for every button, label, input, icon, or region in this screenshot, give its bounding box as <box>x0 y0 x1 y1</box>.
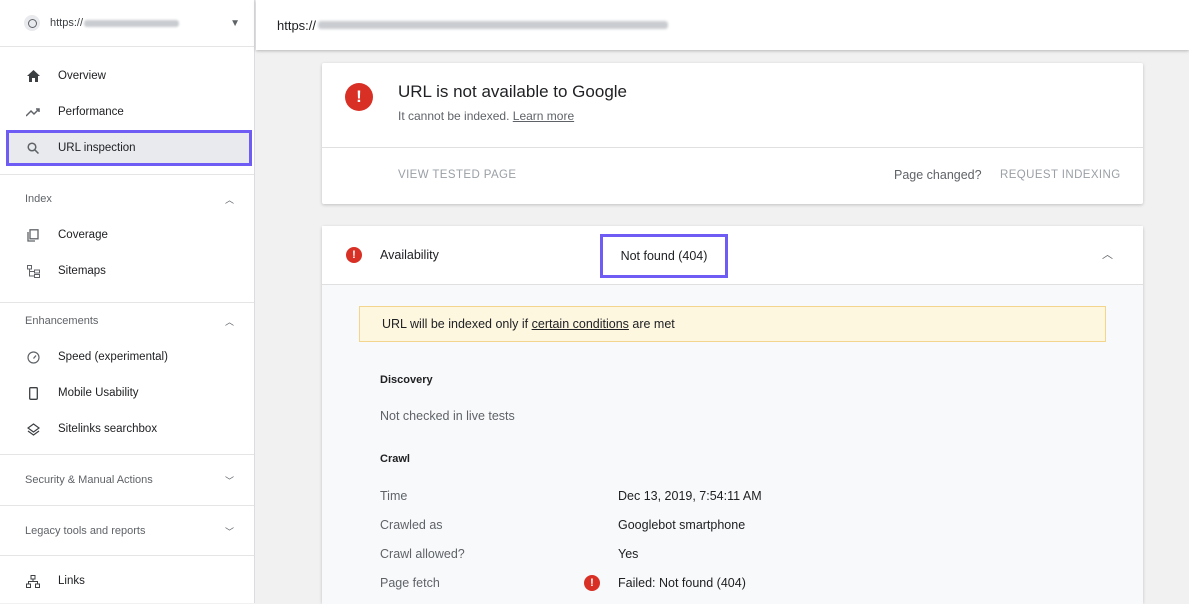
divider <box>0 174 254 175</box>
section-index-header[interactable]: Index ︿ <box>0 187 254 211</box>
availability-status-text: Not found (404) <box>620 249 708 263</box>
chevron-up-icon[interactable]: ︿ <box>1102 246 1113 262</box>
speedometer-icon <box>24 350 42 364</box>
status-subtitle: It cannot be indexed. Learn more <box>398 109 574 123</box>
divider <box>0 46 254 47</box>
sidebar-item-mobile-usability[interactable]: Mobile Usability <box>0 375 254 411</box>
crawl-key: Page fetch <box>380 576 440 590</box>
sidebar-item-coverage[interactable]: Coverage <box>0 217 254 253</box>
error-icon: ! <box>345 83 373 111</box>
error-icon: ! <box>346 247 362 263</box>
sidebar-item-label: Overview <box>58 70 106 82</box>
section-legacy-header[interactable]: Legacy tools and reports ﹀ <box>0 519 254 543</box>
sidebar-item-label: Speed (experimental) <box>58 351 168 363</box>
crawl-heading: Crawl <box>380 453 410 465</box>
trending-up-icon <box>24 107 42 117</box>
inspected-url-bar[interactable]: https:// <box>256 0 1189 50</box>
section-label: Index <box>25 193 52 205</box>
error-icon: ! <box>584 575 600 591</box>
section-enhancements-header[interactable]: Enhancements ︿ <box>0 309 254 333</box>
chevron-down-icon: ﹀ <box>224 526 234 537</box>
crawl-value: Failed: Not found (404) <box>618 576 746 590</box>
sitemap-icon <box>24 264 42 278</box>
layers-icon <box>24 422 42 436</box>
sidebar-item-sitemaps[interactable]: Sitemaps <box>0 253 254 289</box>
home-icon <box>24 70 42 82</box>
inspected-url-redacted <box>318 21 669 29</box>
property-selector[interactable]: https:// ▼ <box>8 10 248 36</box>
sidebar-item-overview[interactable]: Overview <box>0 58 254 94</box>
crawl-value: Googlebot smartphone <box>618 518 746 532</box>
view-tested-page-button[interactable]: VIEW TESTED PAGE <box>398 169 516 181</box>
availability-label: Availability <box>380 248 439 262</box>
sidebar-item-label: Mobile Usability <box>58 387 139 399</box>
sidebar-item-label: Links <box>58 575 85 587</box>
sidebar: https:// ▼ Overview Performance URL insp… <box>0 0 255 603</box>
links-icon <box>24 574 42 588</box>
divider <box>0 454 254 455</box>
banner-text: are met <box>632 317 675 331</box>
request-indexing-button[interactable]: REQUEST INDEXING <box>1000 169 1121 181</box>
availability-details: URL will be indexed only if certain cond… <box>322 284 1143 604</box>
crawl-key: Crawl allowed? <box>380 547 465 561</box>
chevron-up-icon: ︿ <box>224 316 234 327</box>
phone-icon <box>24 386 42 400</box>
sidebar-item-label: Coverage <box>58 229 108 241</box>
banner-text: URL will be indexed only if <box>382 317 529 331</box>
property-url-redacted <box>84 19 180 27</box>
divider <box>322 147 1143 148</box>
index-status-card: ! URL is not available to Google It cann… <box>322 63 1143 204</box>
sidebar-item-sitelinks-searchbox[interactable]: Sitelinks searchbox <box>0 411 254 447</box>
certain-conditions-link[interactable]: certain conditions <box>532 317 629 331</box>
sidebar-item-url-inspection[interactable]: URL inspection <box>6 130 252 166</box>
learn-more-link[interactable]: Learn more <box>513 109 574 123</box>
section-label: Enhancements <box>25 315 99 327</box>
property-url: https:// <box>50 17 84 29</box>
sidebar-item-speed[interactable]: Speed (experimental) <box>0 339 254 375</box>
divider <box>0 302 254 303</box>
availability-header[interactable]: ! Availability Not found (404) ︿ <box>322 226 1143 284</box>
dropdown-caret-icon: ▼ <box>230 17 240 29</box>
sidebar-item-links[interactable]: Links <box>0 563 254 599</box>
crawl-key: Crawled as <box>380 518 443 532</box>
crawl-value: Dec 13, 2019, 7:54:11 AM <box>618 489 762 503</box>
search-icon <box>24 142 42 154</box>
divider <box>0 505 254 506</box>
section-security-header[interactable]: Security & Manual Actions ﹀ <box>0 468 254 492</box>
chevron-down-icon: ﹀ <box>224 475 234 486</box>
section-label: Security & Manual Actions <box>25 474 153 486</box>
sidebar-item-label: URL inspection <box>58 142 136 154</box>
discovery-text: Not checked in live tests <box>380 409 515 423</box>
sidebar-item-performance[interactable]: Performance <box>0 94 254 130</box>
status-title: URL is not available to Google <box>398 82 628 101</box>
section-label: Legacy tools and reports <box>25 525 146 537</box>
sidebar-item-label: Performance <box>58 106 124 118</box>
sidebar-item-label: Sitemaps <box>58 265 106 277</box>
availability-status: Not found (404) <box>600 234 728 278</box>
globe-icon <box>24 15 40 31</box>
coverage-icon <box>24 228 42 242</box>
page-changed-label: Page changed? <box>894 168 982 182</box>
crawl-key: Time <box>380 489 408 503</box>
conditions-banner: URL will be indexed only if certain cond… <box>359 306 1106 342</box>
status-subtitle-text: It cannot be indexed. <box>398 109 510 123</box>
chevron-up-icon: ︿ <box>224 194 234 205</box>
divider <box>0 555 254 556</box>
availability-card: ! Availability Not found (404) ︿ URL wil… <box>322 226 1143 604</box>
inspected-url: https:// <box>277 17 317 33</box>
discovery-heading: Discovery <box>380 374 433 386</box>
sidebar-item-label: Sitelinks searchbox <box>58 423 158 435</box>
crawl-value: Yes <box>618 547 639 561</box>
